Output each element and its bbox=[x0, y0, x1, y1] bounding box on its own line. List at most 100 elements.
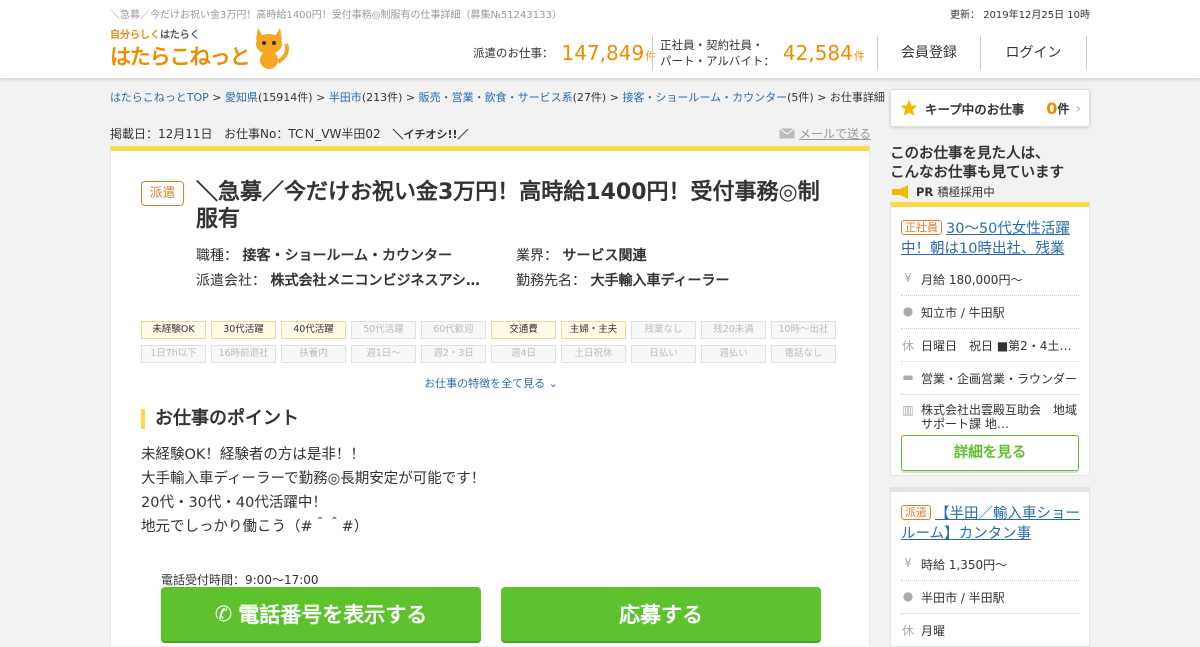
site-logo[interactable]: 自分らしくはたらく はたらこねっと bbox=[110, 26, 300, 72]
feature-tag: 土日祝休 bbox=[561, 345, 626, 363]
tel-hours: 電話受付時間：9:00～17:00 bbox=[161, 573, 319, 587]
breadcrumb-city-count: (213件) bbox=[361, 91, 403, 104]
breadcrumb-subcategory[interactable]: 接客・ショールーム・カウンター bbox=[622, 91, 787, 104]
meta-industry: 業界： サービス関連 bbox=[516, 245, 756, 265]
feature-tag: 30代活躍 bbox=[211, 321, 276, 339]
feature-tag: 10時～出社 bbox=[771, 321, 836, 339]
view-detail-button[interactable]: 詳細を見る bbox=[901, 435, 1079, 471]
haken-count: 147,849 bbox=[561, 41, 645, 65]
feature-tag: 週1日～ bbox=[351, 345, 416, 363]
feature-tag: 未経験OK bbox=[141, 321, 206, 339]
breadcrumb-sep: > bbox=[212, 91, 222, 104]
meta-job-type: 職種： 接客・ショールーム・カウンター bbox=[196, 245, 506, 265]
register-link[interactable]: 会員登録 bbox=[878, 36, 980, 70]
job-title: ＼急募／今だけお祝い金3万円！高時給1400円！受付事務◎制服有 bbox=[196, 180, 820, 232]
send-mail-label: メールで送る bbox=[799, 127, 872, 141]
feature-tag: 週払い bbox=[701, 345, 766, 363]
show-phone-button[interactable]: ✆ 電話番号を表示する bbox=[161, 587, 481, 641]
feature-tag: 60代歓迎 bbox=[421, 321, 486, 339]
haken-stat[interactable]: 派遣のお仕事： 147,849 件 bbox=[473, 36, 656, 70]
show-all-features-label: お仕事の特徴を全て見る bbox=[424, 377, 546, 390]
seishain-count: 42,584 bbox=[782, 41, 853, 65]
holiday-icon: 休 bbox=[901, 339, 914, 353]
meta-value: 大手輸入車ディーラー bbox=[590, 273, 730, 289]
recommended-job-title[interactable]: 正社員 30～50代女性活躍中！朝は10時出社、残業 bbox=[901, 219, 1081, 259]
breadcrumb-top[interactable]: はたらこねっとTOP bbox=[110, 91, 209, 104]
point-item: 大手輸入車ディーラーで勤務◎長期安定が可能です！ bbox=[141, 471, 486, 487]
holiday-row: 休日曜日 祝日 ■第2・4土曜… bbox=[901, 337, 1079, 362]
job-card: 派遣 ＼急募／今だけお祝い金3万円！高時給1400円！受付事務◎制服有 職種： … bbox=[110, 146, 870, 646]
employment-type-badge: 派遣 bbox=[141, 181, 184, 206]
logo-text: はたらこねっと bbox=[110, 45, 251, 69]
seishain-stat[interactable]: 正社員・契約社員・ パート・アルバイト： 42,584 件 bbox=[660, 36, 865, 70]
holiday-text: 月曜 bbox=[921, 624, 946, 638]
breadcrumb-pref[interactable]: 愛知県 bbox=[225, 91, 258, 104]
meta-value: 株式会社メニコンビジネスアシ… bbox=[270, 273, 480, 289]
point-item: 20代・30代・40代活躍中！ bbox=[141, 495, 327, 511]
site-header: ＼急募／今だけお祝い金3万円！高時給1400円！受付事務◎制服有の仕事詳細（募集… bbox=[0, 0, 1200, 78]
breadcrumb-current: お仕事詳細 bbox=[829, 91, 885, 104]
show-all-features-link[interactable]: お仕事の特徴を全て見る ⌄ bbox=[111, 375, 871, 391]
cat-mascot-icon bbox=[256, 28, 289, 69]
mail-icon bbox=[779, 128, 795, 139]
breadcrumb-sep: > bbox=[316, 91, 326, 104]
meta-value: サービス関連 bbox=[562, 248, 647, 264]
breadcrumb: はたらこねっとTOP > 愛知県(15914件) > 半田市(213件) > 販… bbox=[110, 89, 885, 105]
employment-type-badge: 正社員 bbox=[901, 220, 942, 235]
briefcase-icon: ▬ bbox=[902, 370, 914, 384]
update-value: 2019年12月25日 10時 bbox=[983, 10, 1090, 21]
feature-tag: 主婦・主夫 bbox=[561, 321, 626, 339]
post-info: 掲載日：12月11日 お仕事No：TCＮ_VW半田02 ＼イチオシ!!／ bbox=[110, 125, 469, 142]
show-phone-label: 電話番号を表示する bbox=[238, 603, 428, 627]
kept-jobs-button[interactable]: キープ中のお仕事 0件 › bbox=[890, 89, 1090, 127]
kept-jobs-label: キープ中のお仕事 bbox=[925, 101, 1025, 117]
breadcrumb-city[interactable]: 半田市 bbox=[329, 91, 362, 104]
update-time: 更新： 2019年12月25日 10時 bbox=[950, 6, 1090, 21]
feature-tag: 1日7h以下 bbox=[141, 345, 206, 363]
also-viewed-line-2: こんなお仕事も見ています bbox=[890, 165, 1064, 181]
login-link[interactable]: ログイン bbox=[981, 36, 1086, 70]
recommended-job-card: 派遣 【半田／輸入車ショールーム】カンタン事 ¥ 時給 1,350円～ ● 半田市 /… bbox=[890, 487, 1090, 647]
breadcrumb-sep: > bbox=[817, 91, 827, 104]
feature-tag: 交通費 bbox=[491, 321, 556, 339]
feature-tag: 残業なし bbox=[631, 321, 696, 339]
meta-label: 勤務先名： bbox=[516, 273, 586, 289]
logo-tagline-a: 自分らしく bbox=[110, 30, 160, 41]
kept-jobs-unit: 件 bbox=[1057, 101, 1070, 116]
seishain-label-2: パート・アルバイト： bbox=[660, 54, 775, 68]
feature-tag: 日払い bbox=[631, 345, 696, 363]
feature-tag: 残20未満 bbox=[701, 321, 766, 339]
feature-tag: 40代活躍 bbox=[281, 321, 346, 339]
point-heading: お仕事のポイント bbox=[141, 409, 299, 429]
location-row: ● 半田市 / 半田駅 bbox=[901, 589, 1079, 614]
map-pin-icon: ● bbox=[902, 589, 914, 603]
apply-button[interactable]: 応募する bbox=[501, 587, 821, 641]
yen-icon: ¥ bbox=[904, 556, 912, 570]
feature-tag: 16時前退社 bbox=[211, 345, 276, 363]
page-heading-note: ＼急募／今だけお祝い金3万円！高時給1400円！受付事務◎制服有の仕事詳細（募集… bbox=[110, 10, 562, 21]
point-item: 未経験OK！経験者の方は是非！！ bbox=[141, 447, 365, 463]
salary-text: 時給 1,350円～ bbox=[921, 558, 1008, 572]
seishain-label: 正社員・契約社員・ パート・アルバイト： bbox=[660, 37, 775, 69]
holiday-row: 休月曜 bbox=[901, 622, 1079, 646]
location-row: ● 知立市 / 牛田駅 bbox=[901, 304, 1079, 329]
meta-agency: 派遣会社： 株式会社メニコンビジネスアシ… bbox=[196, 270, 506, 290]
location-text: 知立市 / 牛田駅 bbox=[921, 306, 1005, 320]
seishain-label-1: 正社員・契約社員・ bbox=[660, 38, 764, 52]
logo-tagline: 自分らしくはたらく bbox=[110, 26, 200, 41]
feature-tag: 50代活躍 bbox=[351, 321, 416, 339]
meta-label: 業界： bbox=[516, 248, 558, 264]
divider bbox=[652, 36, 653, 70]
send-mail-link[interactable]: メールで送る bbox=[779, 125, 871, 142]
apply-label: 応募する bbox=[619, 603, 703, 627]
breadcrumb-category[interactable]: 販売・営業・飲食・サービス系 bbox=[419, 91, 573, 104]
divider bbox=[1086, 36, 1087, 70]
pr-text: 積極採用中 bbox=[937, 185, 995, 199]
breadcrumb-sep: > bbox=[609, 91, 619, 104]
meta-label: 派遣会社： bbox=[196, 273, 266, 289]
recommended-job-card: 正社員 30～50代女性活躍中！朝は10時出社、残業 ¥ 月給 180,000円～ … bbox=[890, 202, 1090, 476]
breadcrumb-sep: > bbox=[405, 91, 416, 104]
kept-jobs-count: 0 bbox=[1046, 98, 1058, 118]
recommended-job-title[interactable]: 派遣 【半田／輸入車ショールーム】カンタン事 bbox=[901, 504, 1081, 544]
breadcrumb-pref-count: (15914件) bbox=[258, 91, 313, 104]
